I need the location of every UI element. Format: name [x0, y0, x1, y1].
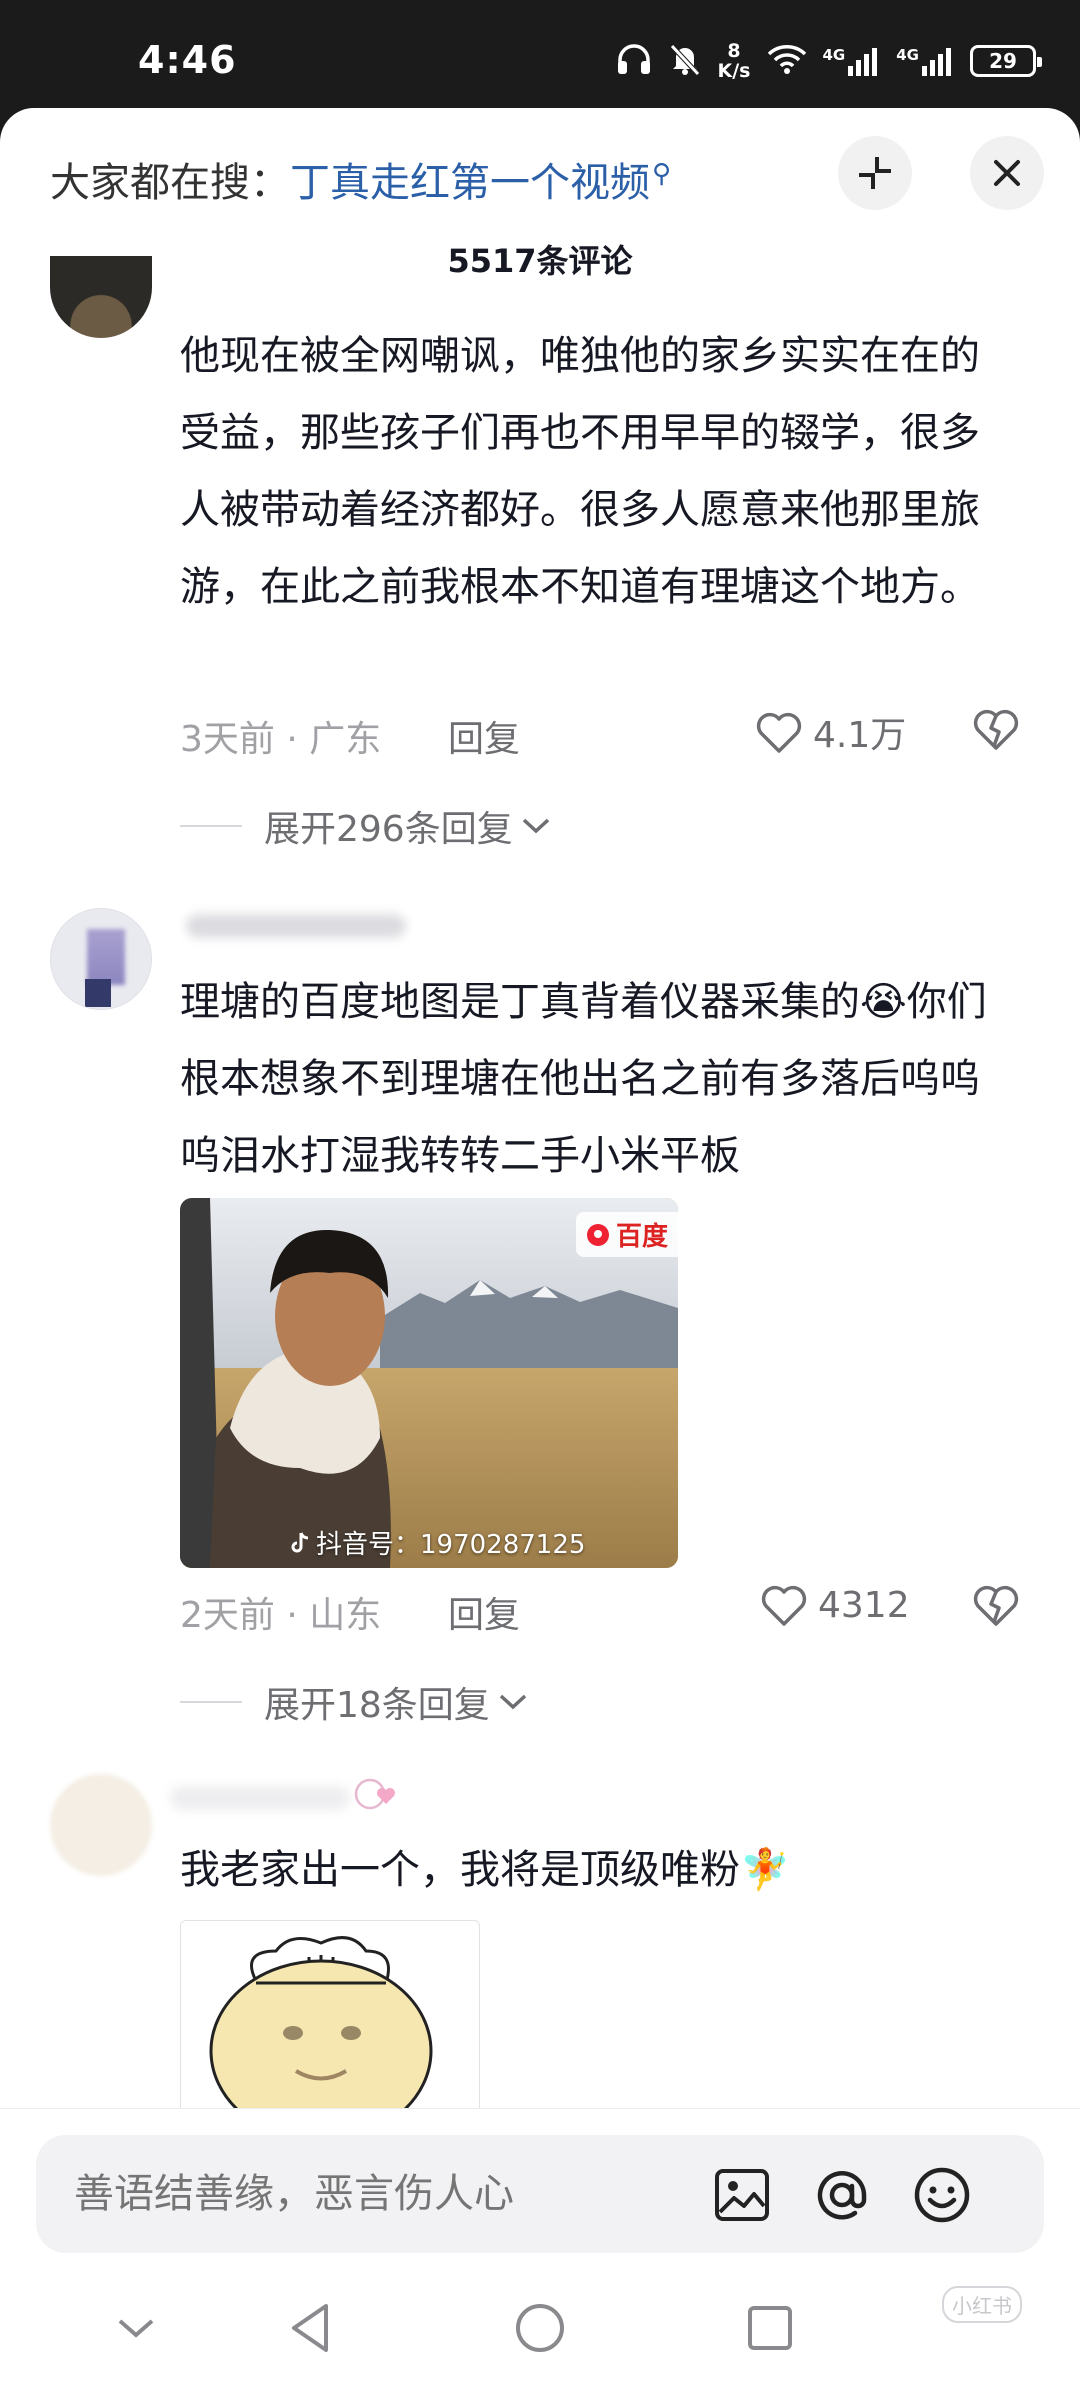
expand-replies-button[interactable]: 展开18条回复: [180, 1676, 530, 1728]
username-blurred[interactable]: [186, 914, 406, 938]
like-button[interactable]: 4312: [760, 1582, 910, 1628]
comment-count-title: 5517条评论: [447, 242, 633, 280]
watermark-logo: 小红书: [942, 2286, 1022, 2323]
nav-collapse-button[interactable]: [108, 2300, 164, 2356]
comment-time-location: 2天前 · 山东: [180, 1595, 382, 1636]
heart-icon: [761, 1585, 807, 1626]
speed-value: 8: [727, 40, 741, 62]
comment-text: 他现在被全网嘲讽，唯独他的家乡实实在在的受益，那些孩子们再也不用早早的辍学，很多…: [180, 333, 980, 610]
close-button[interactable]: [970, 136, 1044, 210]
video-brand-label: 百度: [615, 1222, 668, 1252]
emoji-icon: [914, 2167, 970, 2223]
status-bar: 4:46 8 K/s 4G 4G 29: [0, 0, 1080, 110]
nav-home-button[interactable]: [512, 2300, 568, 2356]
username-blurred[interactable]: [170, 1786, 350, 1810]
tiktok-icon: [291, 1531, 309, 1552]
back-icon: [292, 2304, 328, 2352]
chevron-down-icon: [522, 818, 549, 834]
image-icon: [715, 2169, 769, 2221]
nav-back-button[interactable]: [282, 2300, 338, 2356]
comment-time-location: 3天前 · 广东: [180, 719, 382, 760]
heart-sticker-icon: [352, 1774, 398, 1818]
search-suggestion-prefix: 大家都在搜：: [50, 160, 290, 206]
signal-icon: 4G: [823, 46, 881, 76]
status-icons: 8 K/s 4G 4G 29: [616, 40, 1042, 82]
meme-sticker-image[interactable]: [180, 1920, 480, 2108]
collapse-icon: [859, 157, 891, 189]
broken-heart-icon: [973, 709, 1019, 750]
battery-icon: 29: [970, 45, 1042, 77]
home-icon: [516, 2304, 564, 2352]
expand-replies-label: 展开18条回复: [264, 1685, 490, 1726]
reply-button[interactable]: 回复: [448, 1586, 520, 1638]
at-icon: [817, 2171, 867, 2220]
nav-recents-button[interactable]: [742, 2300, 798, 2356]
network-type-2: 4G: [896, 46, 919, 64]
network-type-1: 4G: [822, 46, 846, 64]
emoji-button[interactable]: [912, 2165, 972, 2225]
reply-button[interactable]: 回复: [448, 710, 520, 762]
dislike-button[interactable]: [972, 706, 1020, 756]
chevron-down-icon: [499, 1694, 526, 1710]
video-watermark: 抖音号：1970287125: [290, 1524, 585, 1561]
search-suggestion-keyword[interactable]: 丁真走红第一个视频: [290, 160, 650, 206]
close-icon: [994, 160, 1020, 186]
like-button[interactable]: 4.1万: [755, 706, 906, 758]
search-icon: ⚲: [652, 158, 672, 189]
wifi-icon: [767, 43, 807, 79]
recents-icon: [748, 2306, 792, 2350]
divider: [180, 825, 242, 827]
map-pin-icon: [586, 1223, 609, 1246]
avatar[interactable]: [50, 1774, 152, 1876]
comment-input[interactable]: [74, 2171, 694, 2217]
mute-icon: [668, 42, 702, 80]
speed-unit: K/s: [717, 60, 751, 82]
headphones-icon: [616, 42, 652, 80]
search-suggestion[interactable]: 大家都在搜：丁真走红第一个视频⚲: [50, 150, 671, 208]
expand-replies-label: 展开296条回复: [264, 809, 513, 850]
signal-icon-2: 4G: [896, 46, 954, 76]
network-speed: 8 K/s: [718, 41, 751, 81]
broken-heart-icon: [973, 1585, 1019, 1626]
battery-level: 29: [989, 49, 1017, 73]
comment-sheet: 大家都在搜：丁真走红第一个视频⚲ 5517条评论 他现在被全网嘲讽，唯独他的家乡…: [0, 108, 1080, 2108]
avatar[interactable]: [50, 908, 152, 1010]
divider: [180, 1701, 242, 1703]
heart-icon: [756, 712, 802, 753]
comment-input-bar: [0, 2108, 1080, 2256]
image-button[interactable]: [712, 2165, 772, 2225]
expand-replies-button[interactable]: 展开296条回复: [180, 800, 553, 852]
comment-text: 理塘的百度地图是丁真背着仪器采集的😭你们根本想象不到理塘在他出名之前有多落后呜呜…: [180, 979, 987, 1179]
baidu-badge: 百度: [575, 1212, 678, 1257]
chevron-down-icon: [118, 2319, 154, 2338]
dislike-button[interactable]: [972, 1582, 1020, 1632]
status-time: 4:46: [138, 38, 237, 82]
avatar[interactable]: [50, 256, 152, 338]
collapse-button[interactable]: [838, 136, 912, 210]
system-nav-bar: 小红书: [0, 2256, 1080, 2400]
like-count: 4312: [818, 1584, 910, 1626]
video-watermark-text: 抖音号：1970287125: [316, 1530, 586, 1560]
video-thumbnail[interactable]: 百度 抖音号：1970287125: [180, 1198, 678, 1568]
mention-button[interactable]: [812, 2165, 872, 2225]
like-count: 4.1万: [813, 715, 907, 756]
comment-text: 我老家出一个，我将是顶级唯粉🧚: [180, 1847, 790, 1893]
comment-input-wrapper[interactable]: [36, 2135, 1044, 2253]
